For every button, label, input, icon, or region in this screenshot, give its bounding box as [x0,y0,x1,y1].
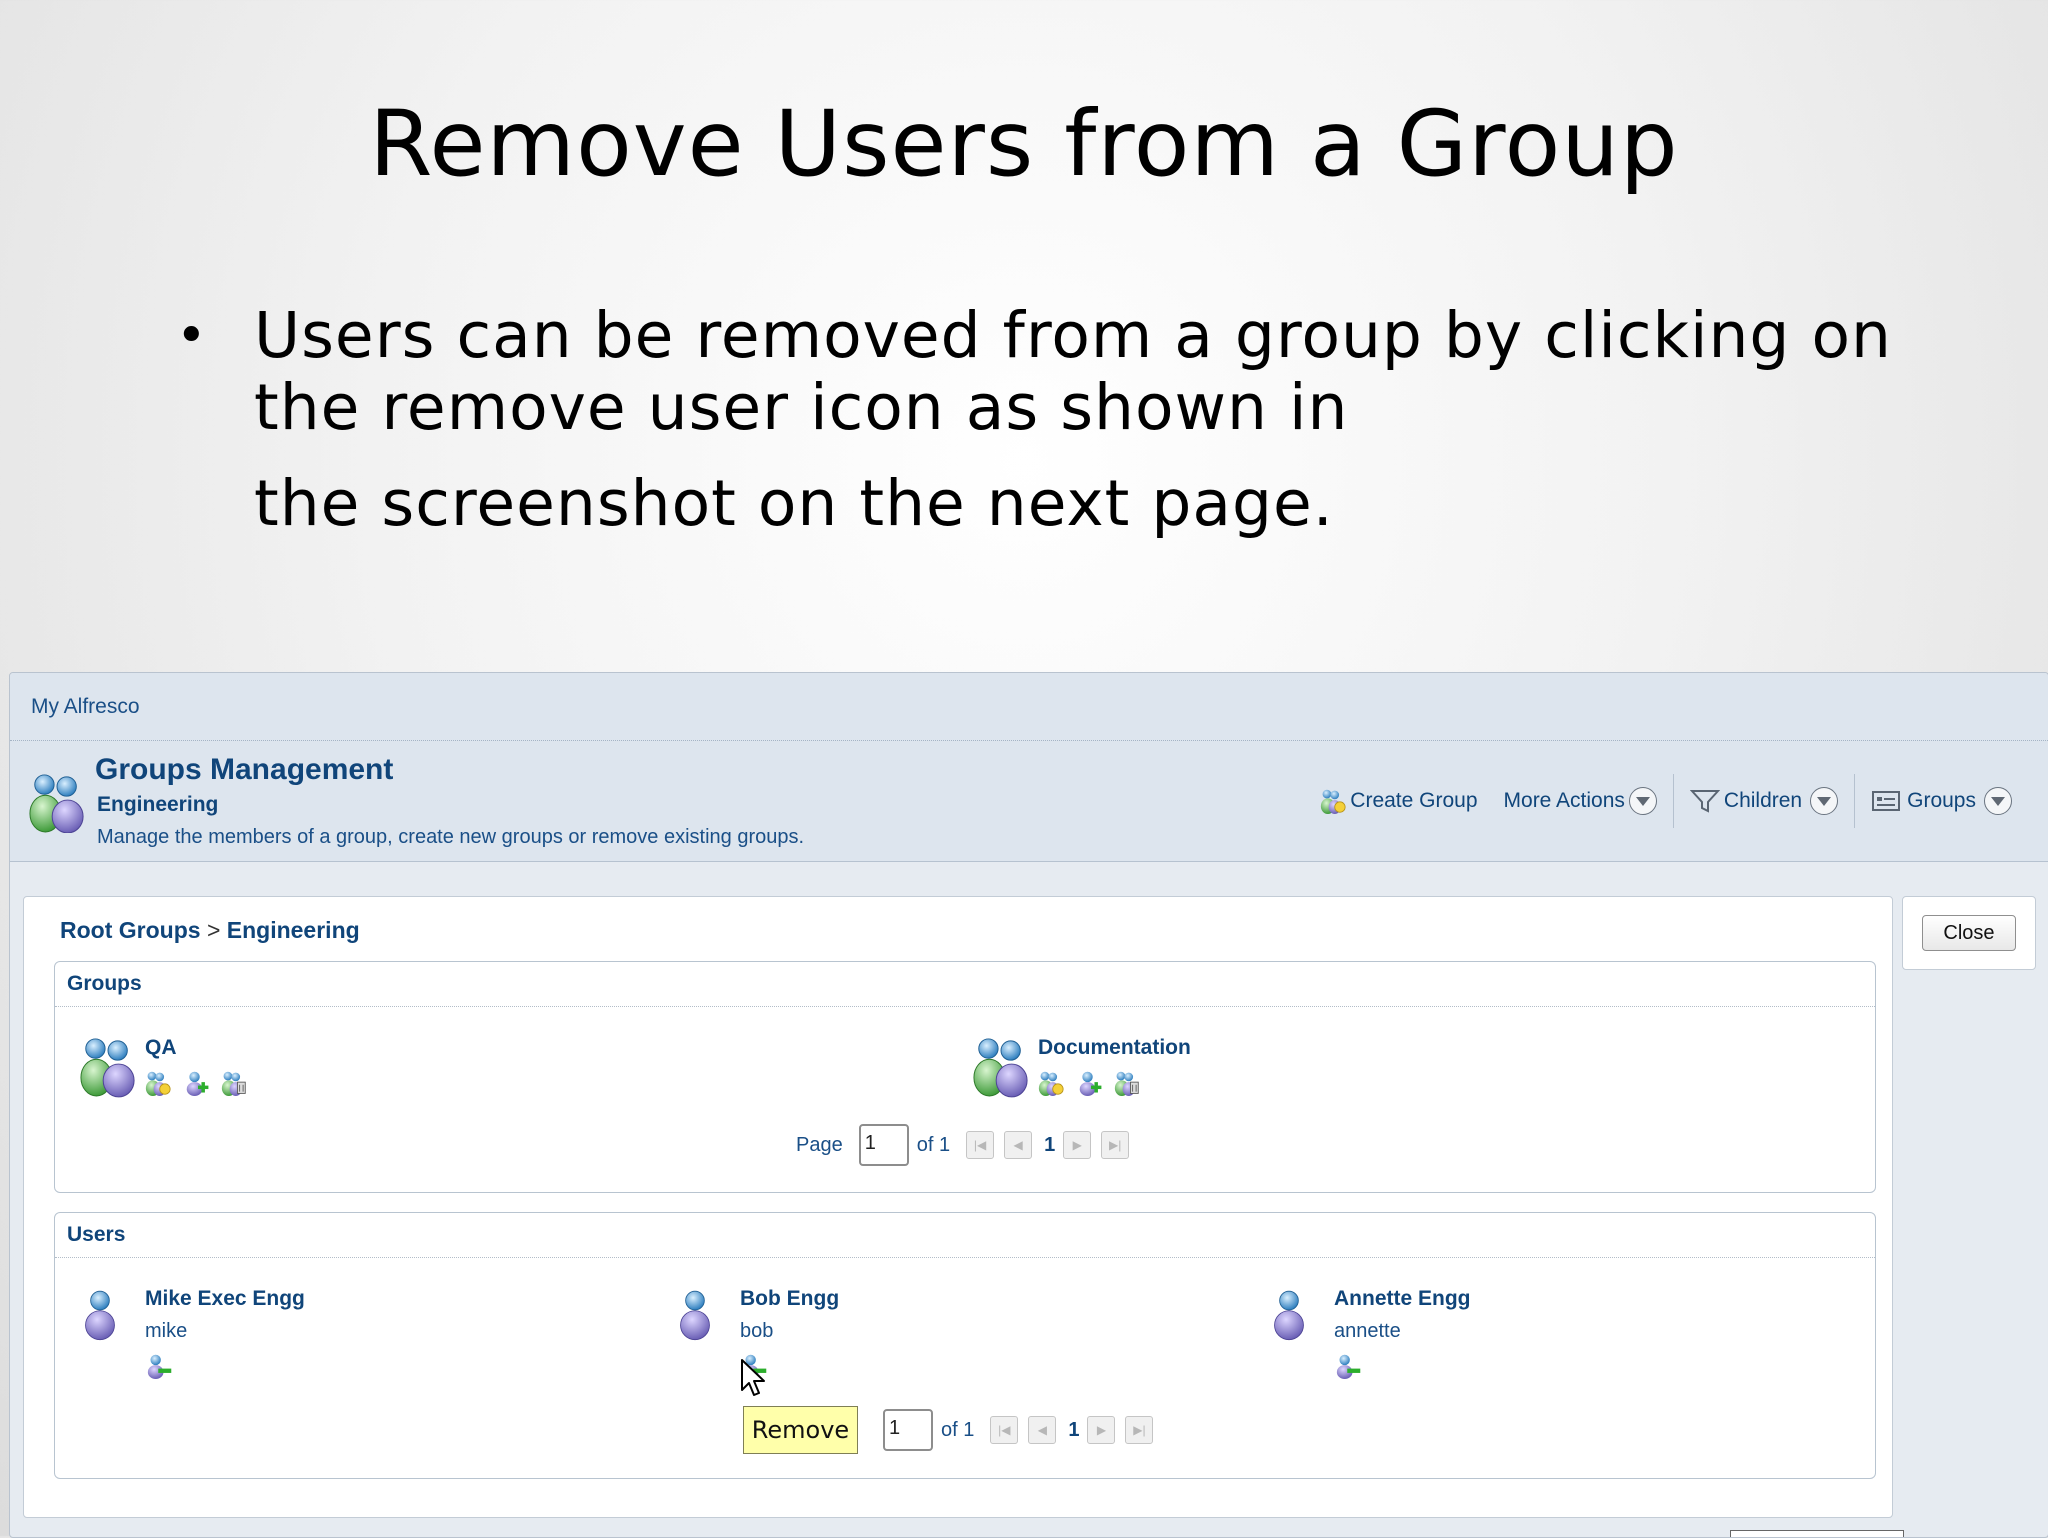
slide-title: Remove Users from a Group [369,92,1679,197]
next-page-icon[interactable]: ▶ [1063,1131,1092,1159]
page-title: Groups Management [95,753,394,786]
page-count: of 1 [916,1133,951,1156]
divider [55,1006,1875,1007]
close-button[interactable]: Close [1922,915,2016,951]
user-login: bob [740,1320,774,1342]
group-name[interactable]: QA [145,1036,177,1060]
groups-heading: Groups [67,972,142,995]
group-icon [972,1034,1030,1098]
pointer-cursor-icon [741,1359,765,1396]
more-actions-menu[interactable]: More Actions [1504,787,1657,815]
user-icon [1272,1287,1306,1343]
add-user-icon[interactable] [1078,1068,1104,1098]
user-name[interactable]: Bob Engg [740,1287,839,1311]
first-page-icon[interactable]: |◀ [990,1416,1019,1444]
users-section: Users Mike Exec Engg mike Bob Engg bob A… [54,1212,1876,1479]
delete-group-icon[interactable] [1114,1068,1140,1098]
user-icon [83,1287,117,1343]
create-group-button[interactable]: Create Group [1320,786,1478,816]
divider [1854,774,1856,828]
top-nav-bar: My Alfresco [10,673,2048,741]
header-actions: Create Group More Actions Children Group… [1304,774,2012,828]
remove-tooltip: Remove [743,1406,858,1454]
group-icon [28,771,86,833]
users-heading: Users [67,1223,126,1246]
user-icon [678,1287,712,1343]
page-label: Page [796,1133,843,1156]
group-name[interactable]: Documentation [1038,1036,1191,1060]
breadcrumb-separator: > [206,917,221,943]
bullet-line-2: the remove user icon as shown in [254,371,1349,444]
divider [1672,774,1674,828]
children-filter-menu[interactable]: Children [1689,787,1839,815]
page-number-input[interactable]: 1 [858,1124,909,1166]
groups-label: Groups [1907,789,1976,812]
add-subgroup-icon[interactable] [1038,1068,1064,1098]
breadcrumb-current[interactable]: Engineering [227,917,360,943]
first-page-icon[interactable]: |◀ [966,1131,995,1159]
users-pager: 1 of 1 |◀ ◀ 1 ▶ ▶| [875,1409,1154,1451]
breadcrumb: Root Groups > Engineering [60,917,360,944]
remove-user-icon[interactable] [1336,1351,1362,1381]
group-browser-panel: Root Groups > Engineering Groups QA Docu… [23,896,1893,1518]
children-label: Children [1723,789,1803,812]
page-header: Groups Management Engineering Manage the… [10,741,2048,862]
dropdown-icon [1810,787,1839,815]
last-page-icon[interactable]: ▶| [1101,1131,1130,1159]
add-subgroup-icon [1320,786,1346,816]
next-page-icon[interactable]: ▶ [1087,1416,1116,1444]
create-group-label: Create Group [1350,789,1478,812]
page-count: of 1 [941,1418,975,1441]
add-subgroup-icon[interactable] [145,1068,171,1098]
close-panel: Close [1902,896,2036,970]
dropdown-icon [1628,787,1657,815]
user-name[interactable]: Annette Engg [1334,1287,1471,1311]
groups-management-screenshot: My Alfresco Groups Management Engineerin… [9,672,2048,1538]
current-page: 1 [1044,1133,1056,1156]
bullet-dot: • [176,306,207,366]
previous-page-icon[interactable]: ◀ [1004,1131,1033,1159]
bullet-line-3: the screenshot on the next page. [254,467,1334,540]
page-subtitle: Engineering [97,793,219,816]
filter-icon [1689,790,1720,813]
groups-view-menu[interactable]: Groups [1871,787,2012,815]
current-page: 1 [1068,1418,1080,1441]
user-login: mike [145,1320,188,1342]
groups-pager: Page 1 of 1 |◀ ◀ 1 ▶ ▶| [796,1124,1130,1166]
page-number-input[interactable]: 1 [883,1409,933,1451]
previous-page-icon[interactable]: ◀ [1028,1416,1057,1444]
remove-user-icon[interactable] [147,1351,173,1381]
bullet-line-1: Users can be removed from a group by cli… [254,299,1892,372]
my-alfresco-link[interactable]: My Alfresco [31,695,140,719]
more-actions-label: More Actions [1503,789,1625,812]
user-name[interactable]: Mike Exec Engg [145,1287,305,1311]
group-icon [79,1034,137,1098]
user-login: annette [1334,1320,1401,1342]
groups-section: Groups QA Documentation Page 1 of 1 |◀ ◀… [54,961,1876,1193]
last-page-icon[interactable]: ▶| [1125,1416,1154,1444]
divider [55,1257,1875,1258]
list-icon [1872,791,1901,811]
bullet-text: Users can be removed from a group by cli… [254,300,2048,444]
dropdown-icon [1984,787,2012,815]
breadcrumb-root[interactable]: Root Groups [60,917,201,943]
delete-group-icon[interactable] [221,1068,247,1098]
add-user-icon[interactable] [185,1068,211,1098]
page-description: Manage the members of a group, create ne… [97,826,805,848]
